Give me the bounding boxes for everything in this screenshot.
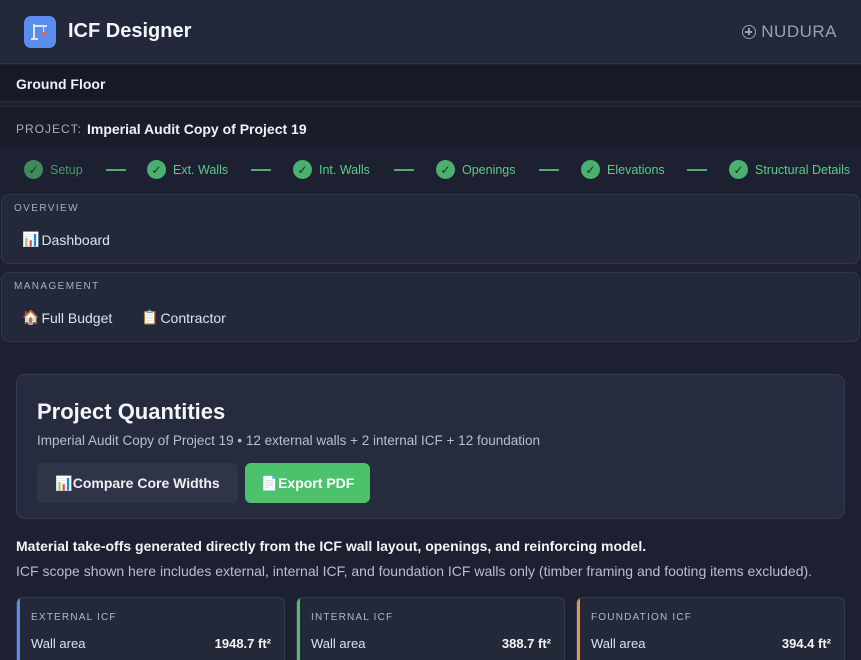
brand-link[interactable]: NUDURA <box>742 22 837 42</box>
project-quantities-card: Project Quantities Imperial Audit Copy o… <box>16 374 845 519</box>
export-pdf-button[interactable]: 📄 Export PDF <box>245 463 370 503</box>
internal-icf-card: INTERNAL ICF Wall area 388.7 ft² <box>296 597 565 660</box>
button-label: Compare Core Widths <box>72 475 220 491</box>
foundation-icf-card: FOUNDATION ICF Wall area 394.4 ft² <box>576 597 845 660</box>
metric-key: Wall area <box>591 636 646 651</box>
nav-item-full-budget[interactable]: 🏠 Full Budget <box>22 309 112 326</box>
metric-key: Wall area <box>31 636 86 651</box>
step-openings[interactable]: ✓ Openings <box>436 160 516 179</box>
workflow-steps: ✓ Setup ✓ Ext. Walls ✓ Int. Walls ✓ Open… <box>0 150 861 190</box>
step-label: Structural Details <box>755 162 851 177</box>
compare-core-widths-button[interactable]: 📊 Compare Core Widths <box>37 463 238 503</box>
step-label: Openings <box>462 162 516 177</box>
project-key: PROJECT: <box>16 122 83 136</box>
bar-chart-icon: 📊 <box>22 231 40 247</box>
step-structural-details[interactable]: ✓ Structural Details <box>729 160 850 179</box>
step-divider <box>539 169 559 171</box>
brand-label: NUDURA <box>761 22 837 41</box>
metric-value: 1948.7 ft² <box>214 636 271 651</box>
check-icon: ✓ <box>147 160 166 179</box>
overview-section: OVERVIEW 📊 Dashboard <box>1 194 860 264</box>
step-label: Elevations <box>607 162 665 177</box>
metric-row: Wall area 1948.7 ft² <box>31 636 271 651</box>
external-icf-card: EXTERNAL ICF Wall area 1948.7 ft² <box>16 597 285 660</box>
metric-title: INTERNAL ICF <box>311 612 394 623</box>
step-divider <box>394 169 414 171</box>
section-title: OVERVIEW <box>14 203 79 214</box>
top-bar: ICF Designer NUDURA <box>0 0 861 64</box>
check-icon: ✓ <box>436 160 455 179</box>
project-bar: PROJECT: Imperial Audit Copy of Project … <box>0 106 861 146</box>
document-icon: 📄 <box>260 474 279 491</box>
nav-item-label: Full Budget <box>41 309 113 326</box>
step-label: Int. Walls <box>319 162 370 177</box>
step-int-walls[interactable]: ✓ Int. Walls <box>293 160 370 179</box>
button-label: Export PDF <box>278 475 355 491</box>
nav-item-label: Dashboard <box>41 231 110 248</box>
check-icon: ✓ <box>581 160 600 179</box>
step-divider <box>106 169 126 171</box>
step-elevations[interactable]: ✓ Elevations <box>581 160 665 179</box>
house-icon: 🏠 <box>22 309 40 325</box>
project-name: Imperial Audit Copy of Project 19 <box>87 121 307 137</box>
metric-row: Wall area 394.4 ft² <box>591 636 831 651</box>
section-title: MANAGEMENT <box>14 281 100 292</box>
nav-item-dashboard[interactable]: 📊 Dashboard <box>22 231 110 248</box>
check-icon: ✓ <box>293 160 312 179</box>
step-label: Ext. Walls <box>173 162 229 177</box>
management-section: MANAGEMENT 🏠 Full Budget 📋 Contractor <box>1 272 860 342</box>
app-title: ICF Designer <box>68 20 192 42</box>
check-icon: ✓ <box>729 160 748 179</box>
metric-title: EXTERNAL ICF <box>31 612 117 623</box>
crane-icon[interactable] <box>24 16 56 48</box>
step-divider <box>687 169 707 171</box>
nav-item-contractor[interactable]: 📋 Contractor <box>141 309 226 326</box>
check-icon: ✓ <box>24 160 43 179</box>
floor-selector[interactable]: Ground Floor <box>0 65 861 102</box>
takeoff-description: Material take-offs generated directly fr… <box>16 538 647 554</box>
bar-chart-icon: 📊 <box>55 474 73 491</box>
step-divider <box>251 169 271 171</box>
circle-plus-icon <box>742 25 757 39</box>
project-summary: Imperial Audit Copy of Project 19 • 12 e… <box>37 433 541 448</box>
metric-title: FOUNDATION ICF <box>591 612 693 623</box>
metric-value: 388.7 ft² <box>501 636 551 651</box>
floor-label: Ground Floor <box>16 76 106 92</box>
nav-item-label: Contractor <box>160 309 226 326</box>
scope-note: ICF scope shown here includes external, … <box>16 563 813 579</box>
metric-value: 394.4 ft² <box>781 636 831 651</box>
step-label: Setup <box>50 162 83 177</box>
step-setup[interactable]: ✓ Setup <box>24 160 83 179</box>
page-title: Project Quantities <box>37 399 226 424</box>
step-ext-walls[interactable]: ✓ Ext. Walls <box>147 160 228 179</box>
metric-row: Wall area 388.7 ft² <box>311 636 551 651</box>
clipboard-icon: 📋 <box>141 309 159 325</box>
metric-key: Wall area <box>311 636 366 651</box>
